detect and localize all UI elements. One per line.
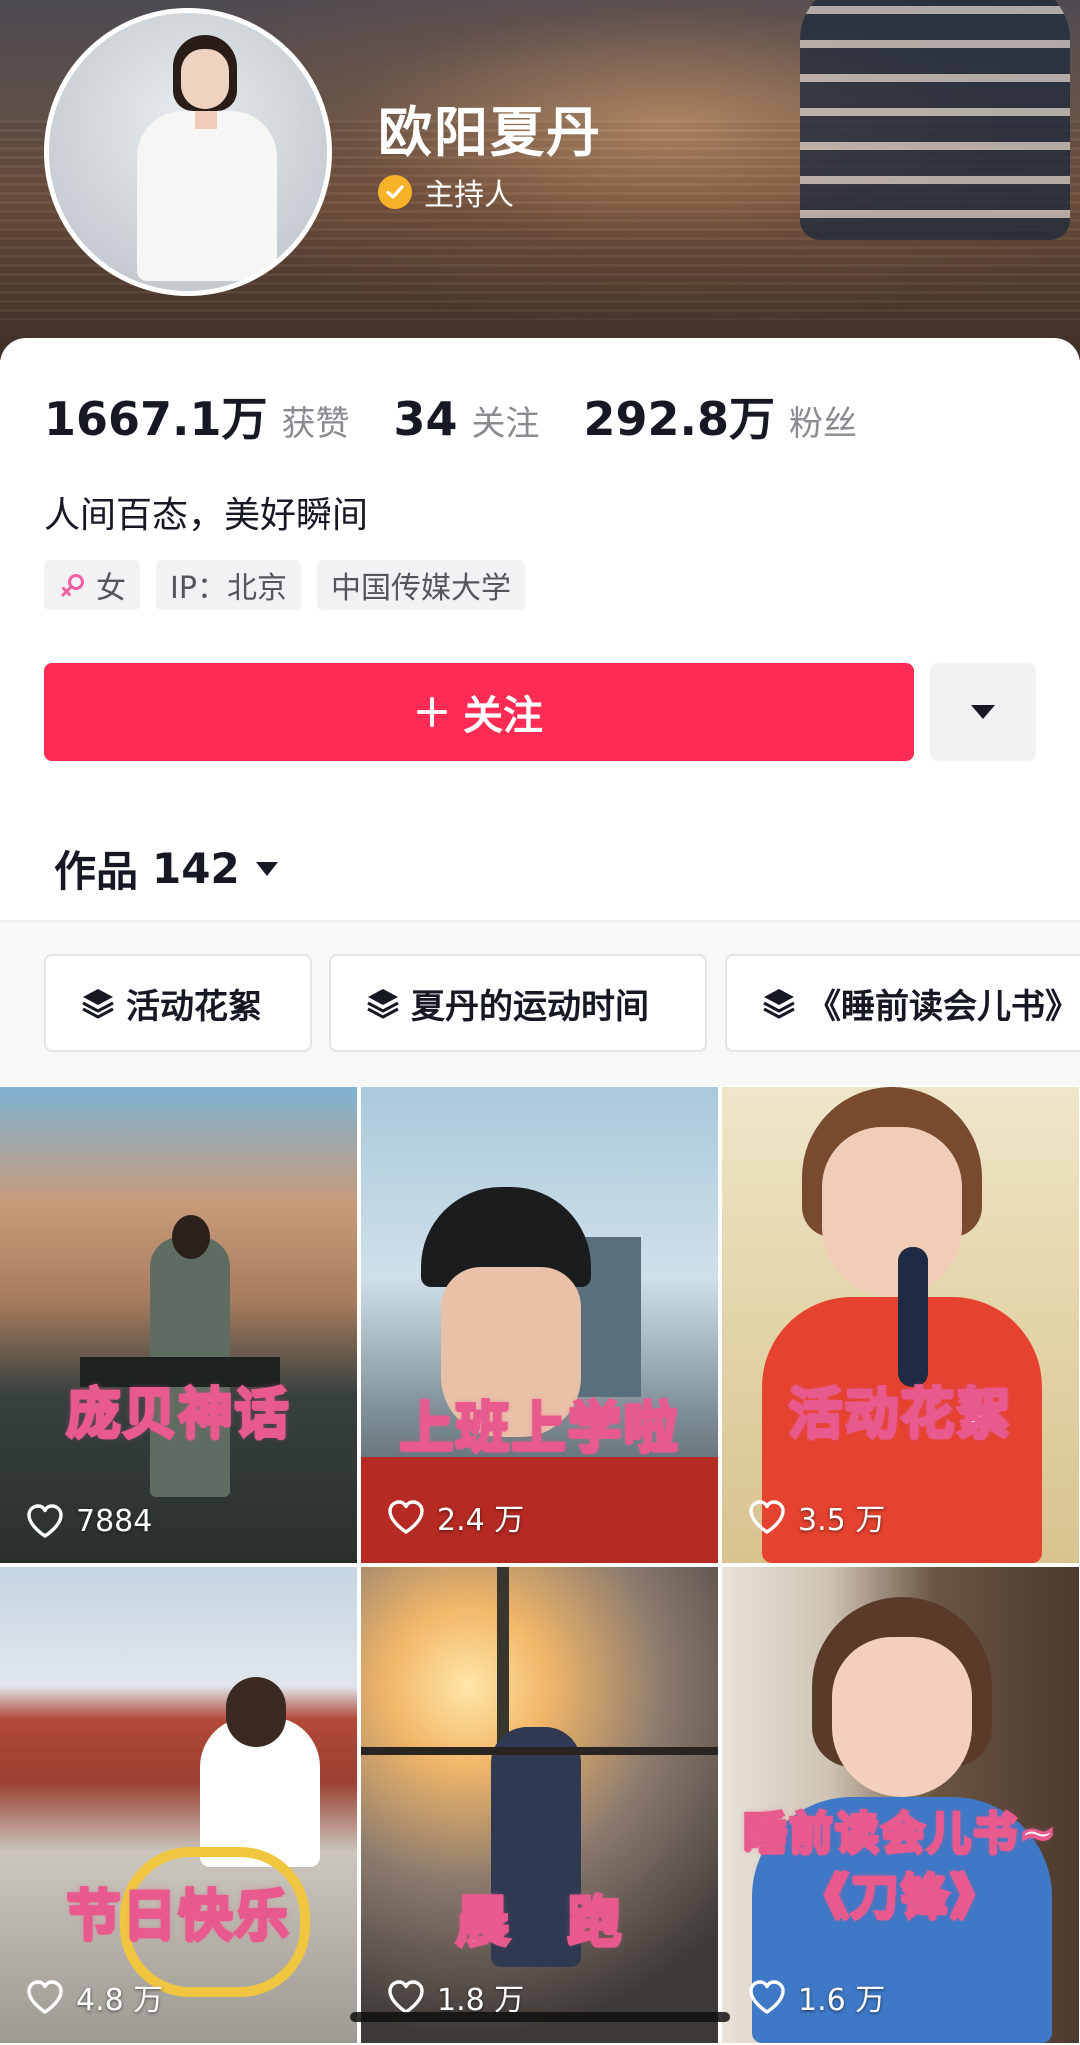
heart-icon xyxy=(388,1980,424,2014)
banner-figure xyxy=(800,0,1070,240)
stat-following-value: 34 xyxy=(393,392,458,446)
tag-gender: 女 xyxy=(44,560,140,610)
tag-gender-label: 女 xyxy=(96,571,126,606)
works-title: 作品 xyxy=(54,847,139,896)
video-likes-count: 2.4 万 xyxy=(437,1503,525,1538)
follow-button-label: 关注 xyxy=(463,693,543,739)
video-caption: 庞贝神话 xyxy=(65,1381,291,1447)
tag-school[interactable]: 中国传媒大学 xyxy=(316,560,525,610)
collection-chip-label: 《睡前读会儿书》 xyxy=(807,986,1079,1027)
avatar[interactable] xyxy=(44,8,332,296)
profile-banner: 欧阳夏丹 主持人 xyxy=(0,0,1080,360)
collection-chip-label: 夏丹的运动时间 xyxy=(411,986,649,1027)
video-tile[interactable]: 晨 跑 1.8 万 xyxy=(361,1567,718,2043)
follow-button[interactable]: 关注 xyxy=(44,663,914,761)
profile-bio: 人间百态，美好瞬间 xyxy=(44,495,369,536)
video-likes-count: 7884 xyxy=(76,1503,153,1539)
video-caption: 节日快乐 xyxy=(65,1883,291,1949)
collection-chip[interactable]: 夏丹的运动时间 xyxy=(329,954,707,1052)
collection-stack-icon xyxy=(763,989,795,1019)
collections-bar: 活动花絮 夏丹的运动时间 《睡前读会儿书》 xyxy=(0,922,1080,1086)
video-tile[interactable]: 睡前读会儿书~ 《刀锋》 1.6 万 xyxy=(722,1567,1079,2043)
verified-label: 主持人 xyxy=(424,178,514,213)
stat-followers[interactable]: 292.8万 粉丝 xyxy=(584,383,858,449)
video-likes: 2.4 万 xyxy=(387,1495,524,1539)
heart-icon xyxy=(749,1980,785,2014)
stat-followers-value: 292.8万 xyxy=(583,392,776,446)
stat-following[interactable]: 34 关注 xyxy=(394,392,540,446)
video-caption: 睡前读会儿书~ xyxy=(742,1807,1058,1861)
video-likes: 3.5 万 xyxy=(748,1495,885,1539)
video-likes-count: 3.5 万 xyxy=(798,1503,886,1538)
video-likes: 4.8 万 xyxy=(26,1975,163,2019)
stat-followers-label: 粉丝 xyxy=(789,404,858,444)
video-caption: 上班上学啦 xyxy=(398,1395,680,1461)
profile-tags: 女 IP：北京 中国传媒大学 xyxy=(44,560,525,610)
recommend-dropdown-button[interactable] xyxy=(930,663,1036,761)
tag-ip: IP：北京 xyxy=(156,560,301,610)
works-tab[interactable]: 作品 142 xyxy=(54,838,280,899)
heart-icon xyxy=(27,1504,63,1538)
plus-icon xyxy=(415,695,449,729)
female-icon xyxy=(61,574,84,597)
video-likes-count: 1.6 万 xyxy=(798,1983,886,2018)
collection-chip[interactable]: 《睡前读会儿书》 xyxy=(725,954,1080,1052)
video-caption: 活动花絮 xyxy=(787,1381,1013,1447)
heart-icon xyxy=(749,1500,785,1534)
stats-row: 1667.1万 获赞 34 关注 292.8万 粉丝 xyxy=(44,383,901,449)
video-tile[interactable]: 庞贝神话 7884 xyxy=(0,1087,357,1563)
caret-down-icon xyxy=(971,705,995,719)
video-caption: 晨 跑 xyxy=(454,1889,624,1955)
collection-chip[interactable]: 活动花絮 xyxy=(44,954,312,1052)
stat-likes[interactable]: 1667.1万 获赞 xyxy=(44,383,350,449)
caret-down-icon xyxy=(255,861,278,876)
video-tile[interactable]: 活动花絮 3.5 万 xyxy=(722,1087,1079,1563)
collection-chip-label: 活动花絮 xyxy=(126,986,262,1027)
video-likes: 7884 xyxy=(26,1503,152,1539)
verified-check-icon xyxy=(378,175,412,209)
video-likes-count: 4.8 万 xyxy=(76,1983,164,2018)
stat-likes-label: 获赞 xyxy=(281,404,350,444)
heart-icon xyxy=(27,1980,63,2014)
verified-row: 主持人 xyxy=(378,170,514,214)
video-tile[interactable]: 节日快乐 4.8 万 xyxy=(0,1567,357,2043)
video-likes: 1.6 万 xyxy=(748,1975,885,2019)
stat-following-label: 关注 xyxy=(471,404,540,444)
collection-stack-icon xyxy=(82,989,114,1019)
home-indicator[interactable] xyxy=(350,2012,730,2022)
video-caption-second-line: 《刀锋》 xyxy=(799,1868,1001,1927)
video-tile[interactable]: 上班上学啦 2.4 万 xyxy=(361,1087,718,1563)
heart-icon xyxy=(388,1500,424,1534)
profile-name: 欧阳夏丹 xyxy=(378,101,602,164)
collection-stack-icon xyxy=(367,989,399,1019)
works-count: 142 xyxy=(152,844,240,893)
stat-likes-value: 1667.1万 xyxy=(44,392,268,446)
